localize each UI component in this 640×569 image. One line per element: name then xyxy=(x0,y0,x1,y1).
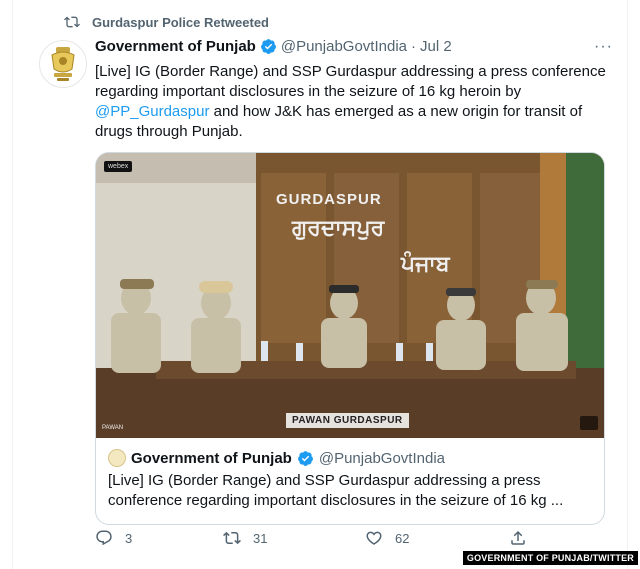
retweet-count: 31 xyxy=(253,530,268,546)
quoted-tweet-header: Government of Punjab @PunjabGovtIndia xyxy=(108,449,445,467)
webex-badge: webex xyxy=(104,161,133,172)
avatar[interactable] xyxy=(39,40,87,88)
tweet-date[interactable]: Jul 2 xyxy=(420,38,452,55)
quoted-tweet-text: [Live] IG (Border Range) and SSP Gurdasp… xyxy=(108,472,564,509)
retweet-label: Gurdaspur Police Retweeted xyxy=(92,14,269,30)
heart-icon xyxy=(366,531,382,545)
quoted-author-handle: @PunjabGovtIndia xyxy=(318,449,445,467)
verified-badge-icon xyxy=(260,39,276,54)
author-handle[interactable]: @PunjabGovtIndia xyxy=(281,38,407,55)
reply-button[interactable]: 3 xyxy=(95,529,132,547)
reply-icon xyxy=(96,530,112,546)
quoted-avatar xyxy=(108,449,126,467)
wall-sign-punjabi-line2: ਪੰਜਾਬ xyxy=(401,251,450,276)
retweet-button[interactable]: 31 xyxy=(223,529,267,547)
participant-nameplate: PAWAN GURDASPUR xyxy=(286,413,409,428)
retweet-context[interactable]: Gurdaspur Police Retweeted xyxy=(64,14,269,30)
share-button[interactable] xyxy=(509,529,527,547)
retweet-icon xyxy=(223,531,241,545)
quoted-tweet[interactable]: webex GURDASPUR ਗੁਰਦਾਸਪੁਰ ਪੰਜਾਬ PAWAN GU… xyxy=(95,152,605,525)
tweet-header: Government of Punjab @PunjabGovtIndia · … xyxy=(95,38,452,55)
like-button[interactable]: 62 xyxy=(365,529,409,547)
volume-icon[interactable] xyxy=(580,416,598,430)
image-credit: GOVERNMENT OF PUNJAB/TWITTER xyxy=(462,551,638,565)
quoted-author-name: Government of Punjab xyxy=(131,449,292,467)
retweet-icon xyxy=(64,16,80,28)
author-name[interactable]: Government of Punjab xyxy=(95,38,256,55)
mention-link[interactable]: @PP_Gurdaspur xyxy=(95,103,209,120)
wall-sign-punjabi-line1: ਗੁਰਦਾਸਪੁਰ xyxy=(292,215,385,240)
verified-badge-icon xyxy=(297,450,313,466)
more-options-icon[interactable]: ··· xyxy=(594,38,613,56)
share-icon xyxy=(511,530,525,545)
video-player[interactable]: webex GURDASPUR ਗੁਰਦਾਸਪੁਰ ਪੰਜਾਬ PAWAN GU… xyxy=(96,153,604,438)
wall-sign-english: GURDASPUR xyxy=(276,191,382,208)
tweet-body: [Live] IG (Border Range) and SSP Gurdasp… xyxy=(95,62,615,142)
reply-count: 3 xyxy=(125,530,133,546)
like-count: 62 xyxy=(395,530,410,546)
punjab-emblem-icon xyxy=(51,47,75,81)
separator-dot: · xyxy=(411,38,416,55)
corner-participant-label: PAWAN xyxy=(102,425,124,431)
tweet-text-part1: [Live] IG (Border Range) and SSP Gurdasp… xyxy=(95,63,606,100)
tweet-card[interactable]: Gurdaspur Police Retweeted Government of… xyxy=(12,0,628,569)
